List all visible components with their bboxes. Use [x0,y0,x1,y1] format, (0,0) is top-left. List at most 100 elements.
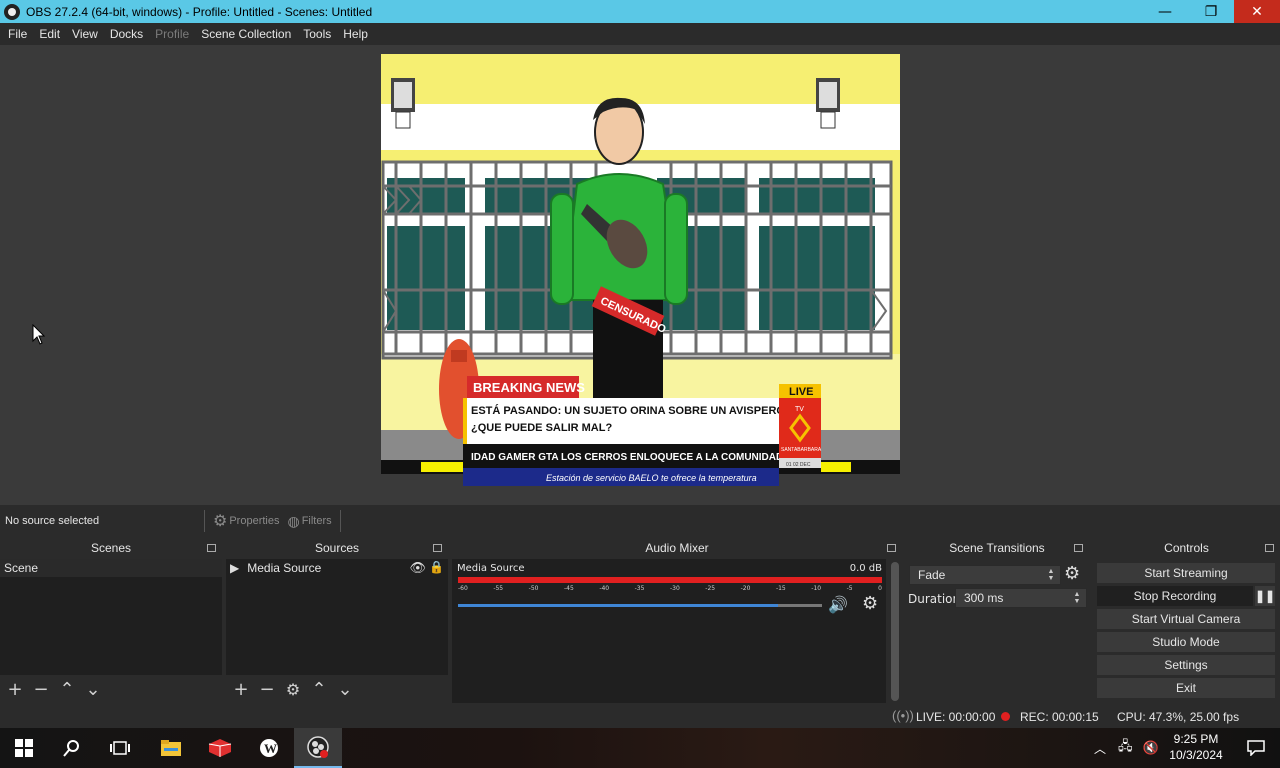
source-name: Media Source [247,561,322,575]
wordpress-icon[interactable]: W [245,728,293,768]
source-properties-gear-icon[interactable]: ⚙ [282,678,304,700]
source-list-item[interactable]: ▶ Media Source 👁 🔒 [226,559,448,577]
add-source-plus-icon[interactable]: + [230,678,252,700]
maximize-button[interactable]: ❐ [1188,0,1234,23]
mouse-cursor-icon [32,324,46,345]
pause-recording-button[interactable]: ❚❚ [1255,586,1275,606]
search-icon[interactable] [48,728,96,768]
remove-scene-minus-icon[interactable]: − [30,678,52,700]
volume-muted-icon[interactable]: 🔇 [1143,741,1159,756]
controls-dock-title: Controls [1093,538,1280,558]
clock[interactable]: 9:25 PM 10/3/2024 [1164,731,1228,763]
volume-slider-fill [458,604,779,607]
action-center-notification-icon[interactable] [1232,728,1280,768]
move-down-chevron-icon[interactable]: ⌄ [82,678,104,700]
status-bar: ((•)) LIVE: 00:00:00 REC: 00:00:15 CPU: … [0,705,1280,728]
undock-icon[interactable] [1074,544,1083,552]
exit-button[interactable]: Exit [1097,678,1275,698]
show-hidden-icons-chevron-icon[interactable]: ︿ [1094,740,1106,757]
eye-visibility-icon[interactable]: 👁 [409,560,426,576]
file-explorer-icon[interactable] [147,728,195,768]
duration-spinbox[interactable]: 300 ms ▲ ▼ [955,588,1087,608]
menu-profile[interactable]: Profile [149,27,195,41]
filters-icon: ◍ [287,512,300,529]
undock-icon[interactable] [1265,544,1274,552]
obs-logo-icon [4,3,20,20]
preview-canvas[interactable]: CENSURADO BREAKING NEWS ESTÁ PASANDO: UN… [381,54,900,495]
live-broadcast-icon: ((•)) [892,708,914,723]
windows-taskbar: W ︿ 🖧 🔇 9:25 PM 10/3/2024 [0,728,1280,768]
menu-tools[interactable]: Tools [297,27,337,41]
sources-title: Sources [314,541,360,555]
meter-tick: -50 [528,585,539,592]
minimize-button[interactable]: — [1142,0,1188,23]
menu-file[interactable]: File [2,27,33,41]
undock-icon[interactable] [207,544,216,552]
sources-dock: Sources ▶ Media Source 👁 🔒 + − ⚙ ⌃ ⌄ [226,538,448,703]
title-bar: OBS 27.2.4 (64-bit, windows) - Profile: … [0,0,1280,23]
mixer-channels: Media Source 0.0 dB -60 -55 -50 -45 -40 … [452,559,886,703]
duration-value: 300 ms [964,591,1004,605]
close-button[interactable]: ✕ [1234,0,1280,23]
start-virtual-camera-button[interactable]: Start Virtual Camera [1097,609,1275,629]
task-view-icon[interactable] [96,728,144,768]
system-tray: ︿ 🖧 🔇 [1094,728,1159,768]
menu-view[interactable]: View [66,27,104,41]
settings-button[interactable]: Settings [1097,655,1275,675]
move-down-chevron-icon[interactable]: ⌄ [334,678,356,700]
transition-select[interactable]: Fade ▲ ▼ [909,565,1061,585]
toolbar-separator [204,510,205,532]
sources-toolbar: + − ⚙ ⌃ ⌄ [226,675,448,703]
audio-mixer-title: Audio Mixer [645,541,709,555]
window-title: OBS 27.2.4 (64-bit, windows) - Profile: … [26,4,373,19]
meter-tick: -45 [563,585,574,592]
source-toolbar: No source selected ⚙ Properties ◍ Filter… [0,505,1280,537]
scenes-list[interactable]: Scene [0,559,222,675]
undock-icon[interactable] [887,544,896,552]
app-cube-icon[interactable] [196,728,244,768]
transition-settings-gear-icon[interactable]: ⚙ [1064,563,1080,584]
start-streaming-button[interactable]: Start Streaming [1097,563,1275,583]
scenes-toolbar: + − ⌃ ⌄ [0,675,222,703]
mixer-gear-icon[interactable]: ⚙ [862,593,878,614]
toolbar-separator [339,510,341,532]
network-icon[interactable]: 🖧 [1118,737,1133,759]
undock-icon[interactable] [433,544,442,552]
studio-mode-button[interactable]: Studio Mode [1097,632,1275,652]
speaker-icon[interactable]: 🔊 [828,595,848,614]
menu-edit[interactable]: Edit [33,27,66,41]
remove-source-minus-icon[interactable]: − [256,678,278,700]
preview-area[interactable]: CENSURADO BREAKING NEWS ESTÁ PASANDO: UN… [0,45,1280,505]
windows-start-icon[interactable] [0,728,48,768]
properties-button[interactable]: ⚙ Properties [209,510,283,532]
sources-list[interactable]: ▶ Media Source 👁 🔒 [226,559,448,675]
stop-recording-button[interactable]: Stop Recording [1097,586,1253,606]
mixer-db-value: 0.0 dB [849,563,882,574]
mixer-scrollbar[interactable] [891,562,899,701]
volume-slider[interactable] [458,604,822,607]
scene-transitions-dock: Scene Transitions Fade ▲ ▼ ⚙ Duration 300… [905,538,1089,703]
add-scene-plus-icon[interactable]: + [4,678,26,700]
lock-icon[interactable]: 🔒 [429,560,444,574]
filters-button[interactable]: ◍ Filters [283,510,335,532]
scenes-dock: Scenes Scene + − ⌃ ⌄ [0,538,222,703]
stepper-arrows-icon[interactable]: ▲ ▼ [1070,590,1084,606]
audio-mixer-dock: Audio Mixer Media Source 0.0 dB -60 -55 … [452,538,902,703]
obs-taskbar-icon[interactable] [294,728,342,768]
move-up-chevron-icon[interactable]: ⌃ [56,678,78,700]
properties-label: Properties [229,515,280,527]
rec-status: REC: 00:00:15 [1020,710,1099,724]
scene-list-item[interactable]: Scene [0,559,222,577]
menu-help[interactable]: Help [337,27,374,41]
chevron-updown-icon: ▲ ▼ [1047,568,1055,582]
move-up-chevron-icon[interactable]: ⌃ [308,678,330,700]
sponsor-text: Estación de servicio BAELO te ofrece la … [546,473,757,483]
menu-docks[interactable]: Docks [104,27,149,41]
controls-dock: Controls Start Streaming Stop Recording … [1093,538,1280,703]
headline-line1-text: ESTÁ PASANDO: UN SUJETO ORINA SOBRE UN A… [471,404,785,417]
meter-tick: -55 [493,585,504,592]
menu-scene-collection[interactable]: Scene Collection [195,27,297,41]
audio-mixer-dock-title: Audio Mixer [452,538,902,558]
meter-tick: -35 [634,585,645,592]
scenes-title: Scenes [90,541,132,555]
